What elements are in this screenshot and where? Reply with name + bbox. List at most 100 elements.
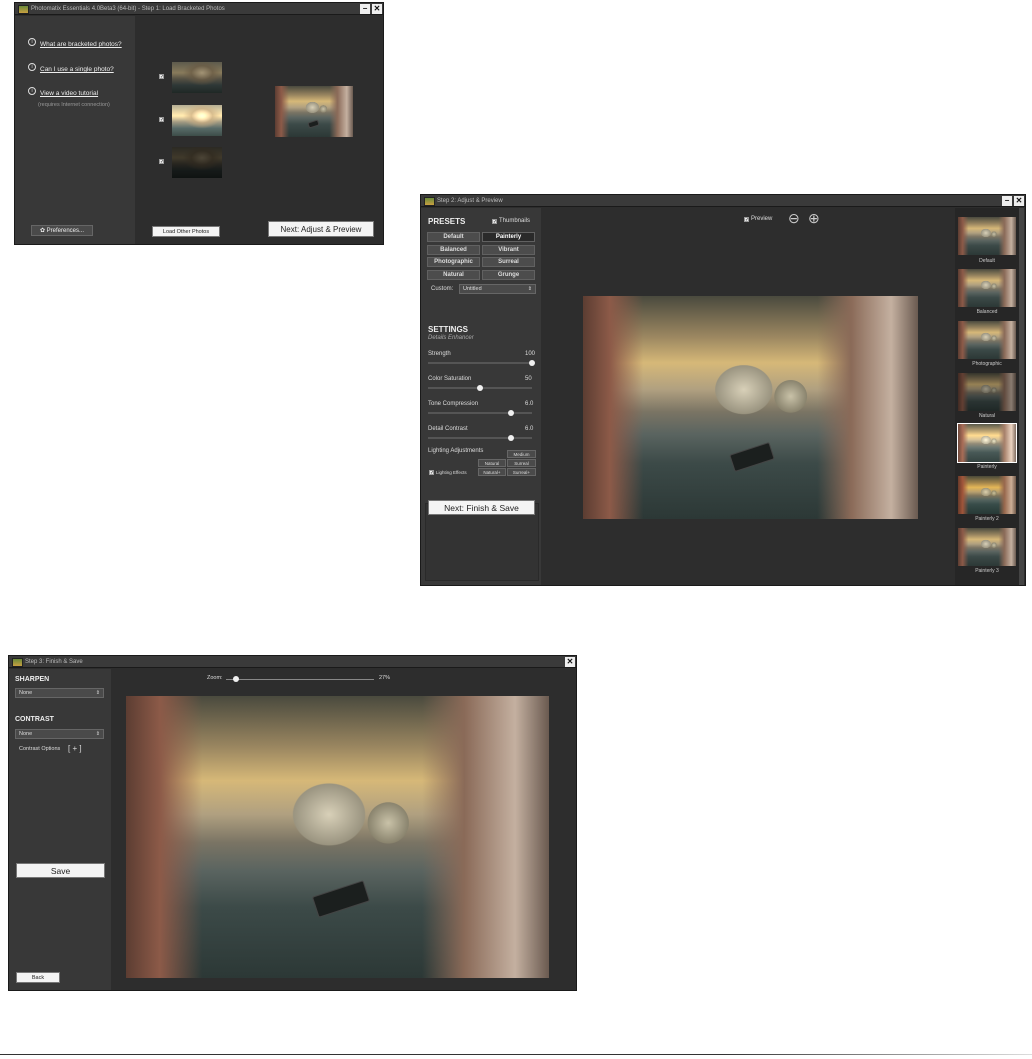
slider-label: Detail Contrast (428, 426, 468, 432)
app-icon (18, 5, 29, 14)
slider-value: 100 (525, 351, 536, 357)
lighting-effects-label: Lighting Effects (436, 470, 467, 475)
close-icon[interactable]: ✕ (1014, 196, 1024, 206)
load-other-photos-button[interactable]: Load Other Photos (152, 226, 220, 237)
preset-balanced[interactable]: Balanced (427, 245, 480, 255)
close-icon[interactable]: ✕ (372, 4, 382, 14)
preset-photographic[interactable]: Photographic (427, 257, 480, 267)
gear-icon: ✿ (39, 228, 45, 234)
preset-grunge[interactable]: Grunge (482, 270, 535, 280)
next-adjust-preview-button[interactable]: Next: Adjust & Preview (268, 221, 374, 237)
lighting-medium-button[interactable]: Medium (507, 450, 536, 458)
slider-value: 6.0 (525, 401, 534, 407)
thumb-label: Default (979, 258, 995, 264)
preset-surreal[interactable]: Surreal (482, 257, 535, 267)
color-saturation-slider-knob[interactable] (477, 385, 483, 391)
slider-label: Color Saturation (428, 376, 472, 382)
custom-preset-select[interactable]: Untitled ⇕ (459, 284, 536, 294)
back-button[interactable]: Back (16, 972, 60, 983)
video-tutorial-link[interactable]: View a video tutorial (40, 90, 98, 97)
what-are-bracketed-link[interactable]: What are bracketed photos? (40, 41, 122, 48)
tone-compression-slider[interactable] (428, 412, 532, 414)
title-bar: Step 2: Adjust & Preview − ✕ (421, 195, 1025, 207)
thumb-painterly[interactable] (957, 423, 1017, 463)
window-title: Step 3: Finish & Save (25, 659, 83, 665)
zoom-value: 27% (379, 675, 391, 681)
contrast-options-label: Contrast Options (19, 746, 61, 752)
thumb-painterly-3[interactable] (958, 528, 1016, 566)
zoom-in-icon[interactable]: ⊕ (808, 210, 820, 227)
preset-natural[interactable]: Natural (427, 270, 480, 280)
slider-label: Tone Compression (428, 401, 479, 407)
info-icon: i (28, 86, 36, 95)
preset-painterly[interactable]: Painterly (482, 232, 535, 242)
thumb-label: Photographic (972, 361, 1002, 367)
thumb-label: Painterly (977, 464, 997, 470)
bracketed-photo-1[interactable] (172, 62, 222, 93)
thumb-photographic[interactable] (958, 321, 1016, 359)
slider-value: 6.0 (525, 426, 534, 432)
info-icon: i (28, 37, 36, 46)
save-button[interactable]: Save (16, 863, 105, 878)
lighting-natural-button[interactable]: Natural (478, 459, 506, 467)
close-icon[interactable]: ✕ (565, 657, 575, 667)
contrast-options-toggle[interactable]: [ + ] (68, 744, 82, 753)
settings-subheading: Details Enhancer (428, 335, 474, 341)
zoom-slider-knob[interactable] (233, 676, 240, 682)
thumb-natural[interactable] (958, 373, 1016, 411)
zoom-slider[interactable] (226, 679, 374, 680)
updown-icon: ⇕ (95, 731, 100, 737)
zoom-out-icon[interactable]: ⊖ (788, 210, 800, 227)
thumb-label: Painterly 3 (975, 568, 999, 574)
strength-slider[interactable] (428, 362, 532, 364)
thumb-painterly-2[interactable] (958, 476, 1016, 514)
preset-vibrant[interactable]: Vibrant (482, 245, 535, 255)
detail-contrast-slider[interactable] (428, 437, 532, 439)
lighting-natural-plus-button[interactable]: Natural+ (478, 468, 506, 476)
lighting-surreal-button[interactable]: Surreal (507, 459, 536, 467)
preferences-button[interactable]: ✿ Preferences... (31, 225, 93, 236)
bracketed-photo-3[interactable] (172, 147, 222, 178)
photo-checkbox-2[interactable]: ✓ (159, 117, 164, 123)
photo-checkbox-1[interactable]: ✓ (159, 74, 164, 80)
thumbnails-label: Thumbnails (499, 218, 531, 224)
minimize-icon[interactable]: − (1002, 196, 1012, 206)
presets-heading: PRESETS (428, 217, 466, 226)
thumbnail-scrollbar[interactable] (1019, 208, 1024, 585)
thumb-default[interactable] (958, 217, 1016, 255)
boat (729, 441, 775, 473)
page-divider (0, 1054, 1032, 1055)
preset-default[interactable]: Default (427, 232, 480, 242)
window-title: Step 2: Adjust & Preview (437, 198, 503, 204)
boat (311, 880, 371, 918)
step1-window: Photomatix Essentials 4.0Beta3 (64-bit) … (14, 2, 384, 245)
thumbnails-checkbox[interactable]: ✓ (492, 219, 497, 225)
photo-checkbox-3[interactable]: ✓ (159, 159, 164, 165)
thumb-label: Painterly 2 (975, 516, 999, 522)
contrast-heading: CONTRAST (15, 716, 54, 723)
preview-label: Preview (751, 216, 773, 222)
title-bar: Step 3: Finish & Save ✕ (9, 656, 576, 668)
boat (307, 119, 320, 129)
sharpen-select[interactable]: None ⇕ (15, 688, 104, 698)
next-finish-save-button[interactable]: Next: Finish & Save (428, 500, 535, 515)
preview-image (583, 296, 918, 519)
thumb-label: Balanced (976, 309, 998, 315)
single-photo-link[interactable]: Can I use a single photo? (40, 66, 114, 73)
step2-window: Step 2: Adjust & Preview − ✕ PRESETS ✓ T… (420, 194, 1026, 586)
app-icon (424, 197, 435, 206)
updown-icon: ⇕ (527, 286, 532, 292)
strength-slider-knob[interactable] (529, 360, 535, 366)
slider-value: 50 (525, 376, 532, 382)
info-icon: i (28, 62, 36, 71)
internet-note: (requires Internet connection) (38, 102, 110, 108)
lighting-effects-checkbox[interactable]: ✓ (429, 470, 434, 476)
thumb-balanced[interactable] (958, 269, 1016, 307)
final-image (126, 696, 549, 978)
lighting-surreal-plus-button[interactable]: Surreal+ (507, 468, 536, 476)
window-title: Photomatix Essentials 4.0Beta3 (64-bit) … (31, 6, 225, 12)
bracketed-photo-2[interactable] (172, 105, 222, 136)
contrast-select[interactable]: None ⇕ (15, 729, 104, 739)
minimize-icon[interactable]: − (360, 4, 370, 14)
preview-checkbox[interactable]: ✓ (744, 217, 749, 223)
